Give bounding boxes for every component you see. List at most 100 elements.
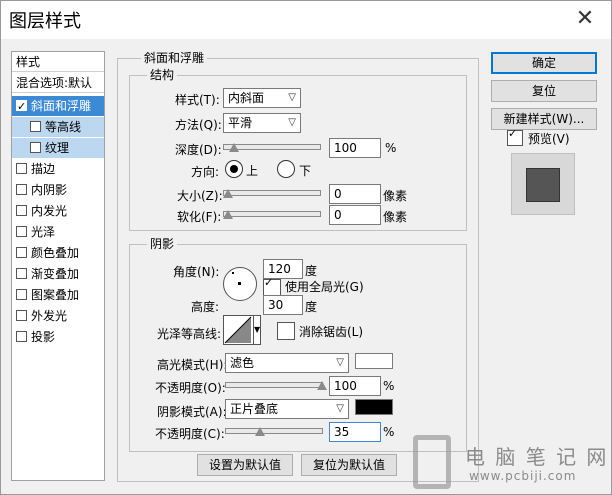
shadow-opacity-input[interactable]: 35 (329, 422, 381, 442)
bevel-emboss-title: 斜面和浮雕 (141, 49, 208, 66)
structure-title: 结构 (147, 66, 178, 83)
chevron-down-icon: ▽ (288, 117, 296, 128)
angle-dial[interactable] (223, 267, 257, 301)
style-item-label: 描边 (31, 162, 56, 176)
style-item[interactable]: 描边 (12, 159, 104, 179)
style-item-checkbox[interactable] (16, 331, 27, 342)
blend-options-default[interactable]: 混合选项:默认 (12, 73, 104, 93)
style-item-label: 内发光 (31, 204, 68, 218)
soften-slider[interactable] (223, 210, 321, 219)
altitude-input[interactable]: 30 (263, 295, 303, 315)
reset-default-button[interactable]: 复位为默认值 (301, 454, 397, 476)
chevron-down-icon: ▽ (336, 357, 344, 368)
style-item-checkbox[interactable] (16, 184, 27, 195)
style-item[interactable]: 纹理 (12, 138, 104, 158)
style-item-checkbox[interactable] (16, 163, 27, 174)
shadow-mode-dropdown[interactable]: 正片叠底 ▽ (225, 399, 349, 419)
style-dropdown-value: 内斜面 (228, 91, 265, 105)
preview-checkbox[interactable] (507, 127, 527, 148)
style-item-label: 斜面和浮雕 (31, 99, 92, 113)
angle-dial-marker (232, 272, 234, 274)
style-label: 样式(T): (175, 93, 220, 107)
size-label: 大小(Z): (177, 189, 223, 203)
size-slider[interactable] (223, 189, 321, 198)
contour-preview-icon (224, 316, 252, 344)
gloss-contour-picker[interactable]: ▼ (223, 315, 261, 345)
watermark-url: www.pcbiji.com (469, 469, 577, 483)
style-dropdown[interactable]: 内斜面 ▽ (223, 88, 301, 108)
style-item[interactable]: 颜色叠加 (12, 243, 104, 263)
highlight-color-swatch[interactable] (355, 353, 393, 369)
preview-thumbnail (511, 153, 575, 215)
angle-label: 角度(N): (173, 265, 220, 279)
style-item[interactable]: 内阴影 (12, 180, 104, 200)
gloss-contour-label: 光泽等高线: (157, 327, 222, 341)
technique-dropdown-value: 平滑 (228, 116, 253, 130)
close-icon[interactable]: ✕ (571, 5, 599, 33)
style-item[interactable]: 渐变叠加 (12, 264, 104, 284)
anti-alias-check-icon (277, 322, 295, 340)
style-item-checkbox[interactable] (16, 310, 27, 321)
soften-label: 软化(F): (177, 210, 222, 224)
style-item-label: 外发光 (31, 309, 68, 323)
depth-slider[interactable] (223, 143, 321, 152)
highlight-opacity-slider[interactable] (225, 381, 327, 390)
new-style-button[interactable]: 新建样式(W)... (491, 108, 597, 130)
shadow-opacity-slider-thumb[interactable] (254, 427, 265, 436)
style-item[interactable]: 外发光 (12, 306, 104, 326)
technique-label: 方法(Q): (175, 118, 222, 132)
style-item[interactable]: 内发光 (12, 201, 104, 221)
direction-down-radio[interactable] (277, 160, 295, 178)
style-item[interactable]: 光泽 (12, 222, 104, 242)
shadow-color-swatch[interactable] (355, 399, 393, 415)
style-item-checkbox[interactable] (16, 289, 27, 300)
style-item-checkbox[interactable] (30, 142, 41, 153)
style-item-checkbox[interactable] (16, 247, 27, 258)
technique-dropdown[interactable]: 平滑 ▽ (223, 113, 301, 133)
style-item[interactable]: 等高线 (12, 117, 104, 137)
direction-up-label: 上 (246, 164, 259, 178)
style-item[interactable]: 投影 (12, 327, 104, 347)
chevron-down-icon[interactable]: ▼ (254, 325, 260, 334)
shadow-mode-value: 正片叠底 (230, 402, 279, 416)
soften-slider-thumb[interactable] (223, 210, 233, 219)
anti-alias-checkbox[interactable] (277, 322, 299, 342)
ok-button[interactable]: 确定 (491, 52, 597, 74)
size-input[interactable]: 0 (329, 184, 381, 204)
preview-check-icon (507, 127, 523, 146)
depth-slider-thumb[interactable] (228, 143, 239, 152)
direction-up-radio[interactable] (225, 160, 243, 178)
chevron-down-icon: ▽ (336, 403, 344, 414)
set-default-button[interactable]: 设置为默认值 (197, 454, 293, 476)
soften-unit: 像素 (383, 210, 408, 224)
direction-down-label: 下 (299, 164, 312, 178)
style-item-label: 内阴影 (31, 183, 68, 197)
style-item-checkbox[interactable] (16, 226, 27, 237)
style-item[interactable]: 斜面和浮雕 (12, 96, 104, 117)
style-item-checkbox[interactable] (16, 205, 27, 216)
angle-dial-center (238, 282, 241, 285)
highlight-opacity-input[interactable]: 100 (329, 376, 381, 396)
highlight-opacity-unit: % (383, 379, 395, 393)
reset-button[interactable]: 复位 (491, 80, 597, 102)
style-item-checkbox[interactable] (16, 268, 27, 279)
style-item-checkbox[interactable] (30, 121, 41, 132)
layer-style-dialog: 图层样式 ✕ 样式 混合选项:默认 斜面和浮雕等高线纹理描边内阴影内发光光泽颜色… (0, 0, 612, 495)
shadow-opacity-slider[interactable] (225, 427, 323, 436)
highlight-opacity-slider-thumb[interactable] (317, 381, 327, 390)
highlight-mode-dropdown[interactable]: 滤色 ▽ (225, 353, 349, 373)
shadow-mode-label: 阴影模式(A): (157, 405, 227, 419)
style-item[interactable]: 图案叠加 (12, 285, 104, 305)
size-unit: 像素 (383, 189, 408, 203)
highlight-opacity-label: 不透明度(O): (155, 381, 226, 395)
preview-label: 预览(V) (528, 132, 570, 146)
size-slider-thumb[interactable] (223, 189, 233, 198)
style-item-checkbox[interactable] (16, 97, 27, 117)
style-item-label: 纹理 (45, 141, 70, 155)
soften-input[interactable]: 0 (329, 205, 381, 225)
depth-input[interactable]: 100 (329, 138, 381, 158)
style-item-label: 光泽 (31, 225, 56, 239)
style-item-label: 颜色叠加 (31, 246, 80, 260)
anti-alias-label: 消除锯齿(L) (299, 325, 364, 339)
shadow-opacity-unit: % (383, 425, 395, 439)
